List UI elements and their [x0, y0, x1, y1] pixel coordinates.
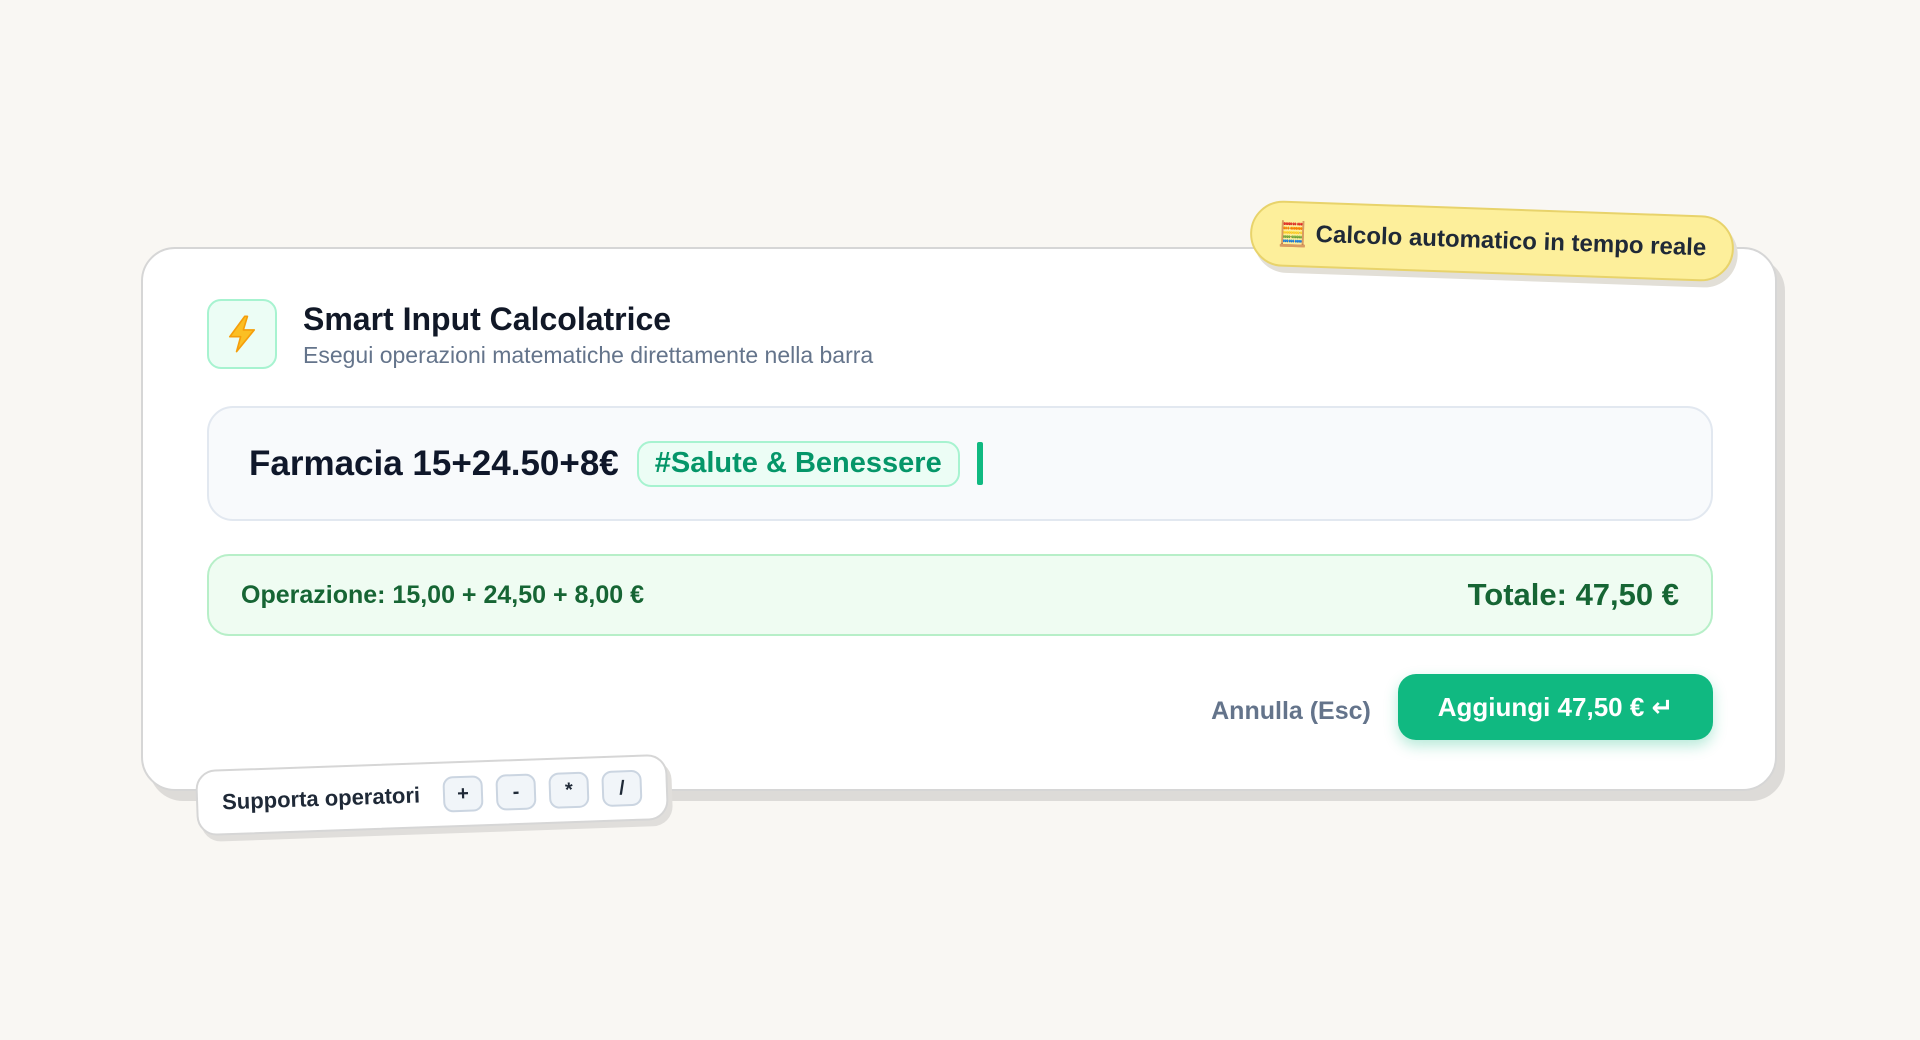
operator-key-minus: -	[495, 773, 537, 811]
smart-input-card: Smart Input Calcolatrice Esegui operazio…	[141, 247, 1777, 791]
add-button[interactable]: Aggiungi 47,50 € ↵	[1398, 674, 1713, 740]
operators-hint-label: Supporta operatori	[221, 782, 421, 815]
category-tag-chip[interactable]: #Salute & Benessere	[636, 440, 960, 487]
abacus-icon: 🧮	[1277, 220, 1309, 249]
calculation-result-panel: Operazione: 15,00 + 24,50 + 8,00 € Total…	[207, 554, 1713, 636]
lightning-bolt-icon	[207, 299, 277, 369]
cancel-button[interactable]: Annulla (Esc)	[1211, 691, 1371, 731]
operator-key-plus: +	[442, 775, 484, 813]
operator-key-divide: /	[601, 769, 643, 808]
badge-text: Calcolo automatico in tempo reale	[1315, 220, 1707, 262]
text-caret	[976, 442, 983, 485]
operator-key-multiply: *	[548, 771, 590, 809]
card-title: Smart Input Calcolatrice	[303, 301, 672, 337]
card-subtitle: Esegui operazioni matematiche direttamen…	[303, 342, 874, 368]
smart-input-field[interactable]: Farmacia 15+24.50+8€ #Salute & Benessere	[207, 406, 1713, 521]
lightning-bolt-glyph	[228, 315, 256, 353]
total-text: Totale: 47,50 €	[1467, 577, 1679, 612]
operation-text: Operazione: 15,00 + 24,50 + 8,00 €	[241, 580, 645, 609]
input-value: Farmacia 15+24.50+8€	[249, 443, 619, 483]
